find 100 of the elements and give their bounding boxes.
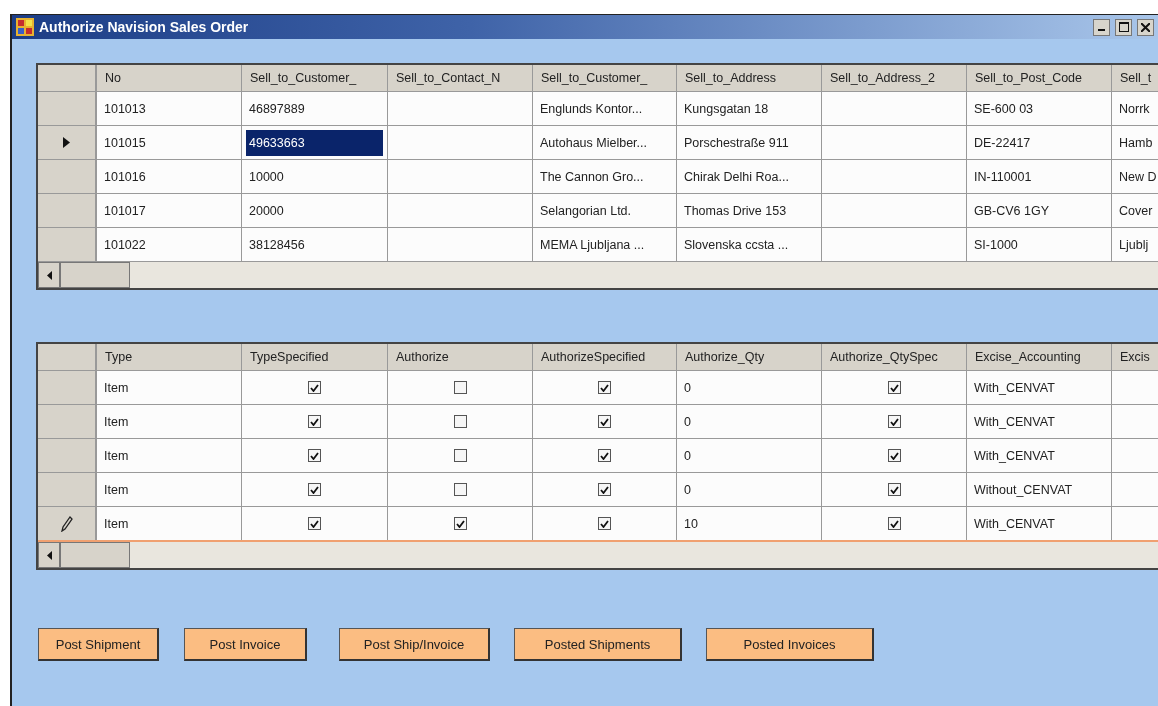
column-header[interactable]: TypeSpecified (242, 344, 388, 370)
column-header[interactable]: Sell_to_Customer_ (533, 65, 677, 91)
left-arrow-icon (46, 550, 52, 560)
check-icon (600, 451, 609, 460)
action-button[interactable]: Post Ship/Invoice (339, 628, 490, 661)
column-header[interactable]: Sell_to_Post_Code (967, 65, 1112, 91)
checkbox[interactable] (598, 517, 611, 530)
checkbox[interactable] (598, 381, 611, 394)
table-cell: Cover (1112, 194, 1158, 227)
column-header[interactable]: Sell_t (1112, 65, 1158, 91)
table-cell: DE-22417 (967, 126, 1112, 159)
table-cell: GB-CV6 1GY (967, 194, 1112, 227)
table-cell: 101013 (97, 92, 242, 125)
table-cell: Englunds Kontor... (533, 92, 677, 125)
table-cell: 0 (677, 405, 822, 438)
checkbox[interactable] (598, 483, 611, 496)
checkbox[interactable] (887, 415, 901, 428)
table-cell: MEMA Ljubljana ... (533, 228, 677, 261)
table-cell: New D (1112, 160, 1158, 193)
table-cell: With_CENVAT (967, 507, 1112, 540)
column-header[interactable]: No (97, 65, 242, 91)
table-cell: 0 (677, 473, 822, 506)
table-cell: Item (97, 473, 242, 506)
checkbox[interactable] (308, 415, 321, 428)
close-button[interactable] (1137, 18, 1154, 36)
table-cell: 20000 (242, 194, 388, 227)
table-cell: 49633663 (242, 126, 388, 159)
checkbox[interactable] (887, 449, 901, 462)
action-button[interactable]: Posted Invoices (706, 628, 874, 661)
table-cell: 101016 (97, 160, 242, 193)
table-cell: Thomas Drive 153 (677, 194, 822, 227)
window-title: Authorize Navision Sales Order (39, 19, 250, 35)
close-icon (1141, 22, 1150, 32)
scrollbar-thumb[interactable] (60, 262, 130, 288)
table-cell: 101015 (97, 126, 242, 159)
table-cell: SI-1000 (967, 228, 1112, 261)
column-header[interactable]: Excise_Accounting (967, 344, 1112, 370)
checkbox[interactable] (453, 483, 467, 496)
scroll-left-button[interactable] (38, 542, 60, 568)
check-icon (889, 383, 899, 392)
action-button[interactable]: Post Shipment (38, 628, 159, 661)
row-header[interactable] (38, 126, 97, 159)
check-icon (310, 451, 319, 460)
table-cell: With_CENVAT (967, 439, 1112, 472)
column-header[interactable]: Excis (1112, 344, 1158, 370)
table-cell: The Cannon Gro... (533, 160, 677, 193)
maximize-icon (1118, 22, 1129, 32)
check-icon (889, 485, 899, 494)
table-cell: Ljublj (1112, 228, 1158, 261)
checkbox[interactable] (453, 415, 467, 428)
checkbox[interactable] (308, 483, 321, 496)
table-cell: Chirak Delhi Roa... (677, 160, 822, 193)
table-cell: With_CENVAT (967, 371, 1112, 404)
checkbox[interactable] (308, 449, 321, 462)
check-icon (310, 485, 319, 494)
table-cell: Kungsgatan 18 (677, 92, 822, 125)
column-header[interactable]: Sell_to_Address_2 (822, 65, 967, 91)
column-header[interactable]: Authorize_QtySpec (822, 344, 967, 370)
check-icon (310, 383, 319, 392)
checkbox[interactable] (887, 381, 901, 394)
check-icon (889, 451, 899, 460)
column-header[interactable]: Type (97, 344, 242, 370)
checkbox[interactable] (453, 517, 467, 530)
table-cell: Selangorian Ltd. (533, 194, 677, 227)
table-cell: Norrk (1112, 92, 1158, 125)
checkbox[interactable] (308, 517, 321, 530)
check-icon (310, 519, 319, 528)
checkbox[interactable] (453, 449, 467, 462)
column-header[interactable]: Authorize (388, 344, 533, 370)
table-cell: With_CENVAT (967, 405, 1112, 438)
column-header[interactable]: Authorize_Qty (677, 344, 822, 370)
checkbox[interactable] (453, 381, 467, 394)
checkbox[interactable] (887, 483, 901, 496)
column-header[interactable]: Sell_to_Customer_ (242, 65, 388, 91)
table-cell: Item (97, 371, 242, 404)
scroll-left-button[interactable] (38, 262, 60, 288)
maximize-button[interactable] (1115, 18, 1132, 36)
column-header[interactable]: AuthorizeSpecified (533, 344, 677, 370)
checkbox[interactable] (308, 381, 321, 394)
table-cell: Without_CENVAT (967, 473, 1112, 506)
table-cell: 46897889 (242, 92, 388, 125)
check-icon (310, 417, 319, 426)
minimize-button[interactable] (1093, 18, 1110, 36)
table-cell: 101022 (97, 228, 242, 261)
column-header[interactable]: Sell_to_Address (677, 65, 822, 91)
check-icon (889, 519, 899, 528)
table-cell: 10000 (242, 160, 388, 193)
check-icon (600, 519, 609, 528)
action-button[interactable]: Post Invoice (184, 628, 307, 661)
pencil-icon (60, 515, 73, 532)
table-cell: SE-600 03 (967, 92, 1112, 125)
table-cell: 0 (677, 371, 822, 404)
column-header[interactable]: Sell_to_Contact_N (388, 65, 533, 91)
checkbox[interactable] (598, 449, 611, 462)
action-button[interactable]: Posted Shipments (514, 628, 682, 661)
checkbox[interactable] (598, 415, 611, 428)
check-icon (455, 519, 465, 528)
table-cell: Item (97, 439, 242, 472)
scrollbar-thumb[interactable] (60, 542, 130, 568)
checkbox[interactable] (887, 517, 901, 530)
